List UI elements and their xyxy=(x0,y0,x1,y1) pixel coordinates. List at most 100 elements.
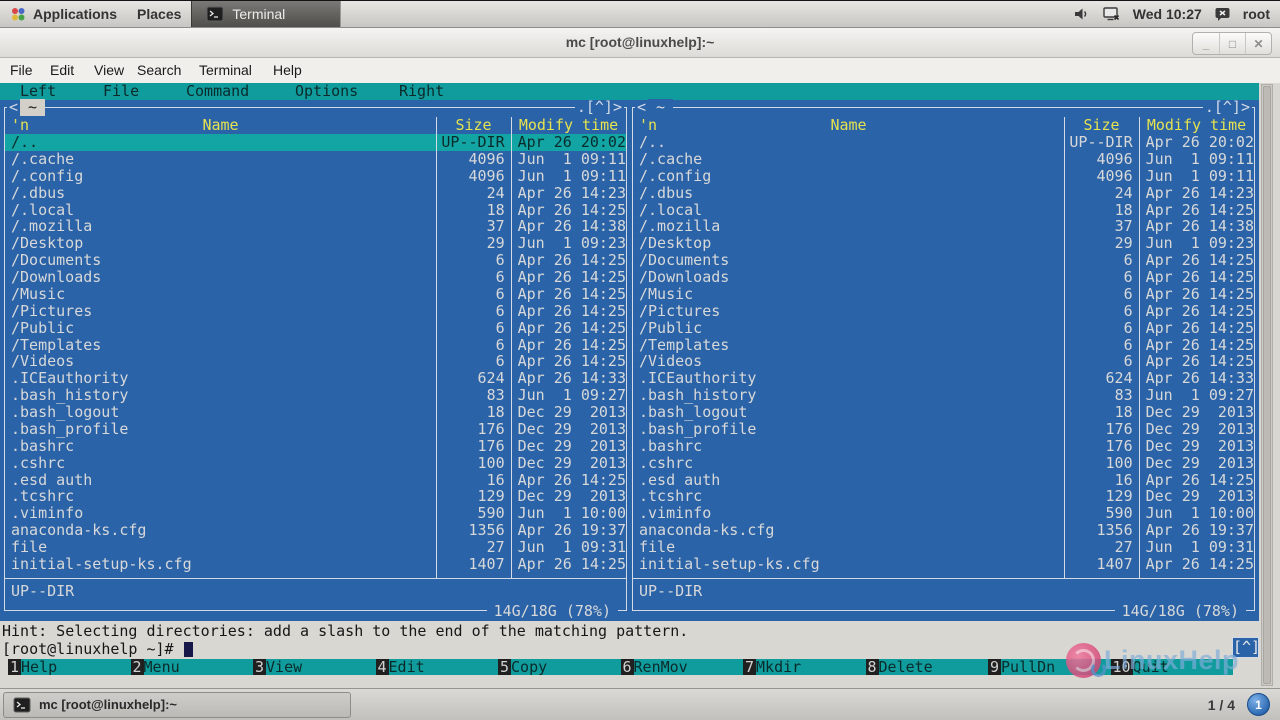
file-row[interactable]: /Desktop29Jun 1 09:23 xyxy=(633,235,1254,252)
file-row[interactable]: .esd_auth16Apr 26 14:25 xyxy=(633,472,1254,489)
file-row[interactable]: .bash_logout18Dec 29 2013 xyxy=(5,404,626,421)
file-row[interactable]: /.config4096Jun 1 09:11 xyxy=(633,168,1254,185)
file-row[interactable]: initial-setup-ks.cfg1407Apr 26 14:25 xyxy=(5,556,626,573)
column-header-size[interactable]: Size xyxy=(436,117,511,134)
terminal-menu-view[interactable]: View xyxy=(94,62,124,78)
terminal-menu-terminal[interactable]: Terminal xyxy=(199,62,252,78)
mc-menu-right[interactable]: Right xyxy=(399,83,444,100)
fkey-view-button[interactable]: 3View xyxy=(253,659,376,675)
network-display-icon[interactable] xyxy=(1102,6,1121,22)
mc-menu-command[interactable]: Command xyxy=(186,83,249,100)
file-row[interactable]: /.cache4096Jun 1 09:11 xyxy=(5,151,626,168)
file-row[interactable]: .viminfo590Jun 1 10:00 xyxy=(633,505,1254,522)
fkey-quit-button[interactable]: 10Quit xyxy=(1111,659,1234,675)
mc-menu-file[interactable]: File xyxy=(103,83,139,100)
column-header-modify-time[interactable]: Modify time xyxy=(1139,117,1254,134)
file-row[interactable]: /.local18Apr 26 14:25 xyxy=(633,202,1254,219)
file-row[interactable]: .tcshrc129Dec 29 2013 xyxy=(5,488,626,505)
terminal-menu-search[interactable]: Search xyxy=(137,62,181,78)
scrollbar-thumb[interactable] xyxy=(1263,86,1271,684)
file-row[interactable]: /.config4096Jun 1 09:11 xyxy=(5,168,626,185)
places-menu[interactable]: Places xyxy=(127,1,191,27)
file-row[interactable]: /.dbus24Apr 26 14:23 xyxy=(633,185,1254,202)
file-row[interactable]: /Pictures6Apr 26 14:25 xyxy=(5,303,626,320)
file-row[interactable]: /..UP--DIRApr 26 20:02 xyxy=(633,134,1254,151)
file-row[interactable]: .bashrc176Dec 29 2013 xyxy=(633,438,1254,455)
minimize-button[interactable]: _ xyxy=(1193,33,1219,54)
file-row[interactable]: /Downloads6Apr 26 14:25 xyxy=(5,269,626,286)
file-row[interactable]: .esd_auth16Apr 26 14:25 xyxy=(5,472,626,489)
file-row[interactable]: /Videos6Apr 26 14:25 xyxy=(633,353,1254,370)
file-row[interactable]: .bash_profile176Dec 29 2013 xyxy=(633,421,1254,438)
file-row[interactable]: .bashrc176Dec 29 2013 xyxy=(5,438,626,455)
window-titlebar[interactable]: mc [root@linuxhelp]:~ _ □ ✕ xyxy=(0,28,1280,58)
file-row[interactable]: /.mozilla37Apr 26 14:38 xyxy=(5,218,626,235)
file-row[interactable]: /Downloads6Apr 26 14:25 xyxy=(633,269,1254,286)
file-row[interactable]: /Templates6Apr 26 14:25 xyxy=(633,337,1254,354)
terminal-menu-help[interactable]: Help xyxy=(273,62,302,78)
file-row[interactable]: file27Jun 1 09:31 xyxy=(5,539,626,556)
panel-up-dir-indicator[interactable]: .[^]> xyxy=(1203,100,1252,115)
file-row[interactable]: .cshrc100Dec 29 2013 xyxy=(633,455,1254,472)
file-row[interactable]: .bash_profile176Dec 29 2013 xyxy=(5,421,626,438)
clock[interactable]: Wed 10:27 xyxy=(1133,6,1202,22)
file-row[interactable]: .bash_logout18Dec 29 2013 xyxy=(633,404,1254,421)
column-header-name[interactable]: Name xyxy=(5,117,436,134)
file-row[interactable]: /Videos6Apr 26 14:25 xyxy=(5,353,626,370)
fkey-help-button[interactable]: 1Help xyxy=(8,659,131,675)
column-header-modify-time[interactable]: Modify time xyxy=(511,117,626,134)
file-row[interactable]: .bash_history83Jun 1 09:27 xyxy=(633,387,1254,404)
file-row[interactable]: /Public6Apr 26 14:25 xyxy=(5,320,626,337)
fkey-pulldn-button[interactable]: 9PullDn xyxy=(988,659,1111,675)
file-row[interactable]: /Desktop29Jun 1 09:23 xyxy=(5,235,626,252)
fkey-menu-button[interactable]: 2Menu xyxy=(131,659,254,675)
file-row[interactable]: /Documents6Apr 26 14:25 xyxy=(5,252,626,269)
applications-menu[interactable]: Applications xyxy=(0,1,127,27)
panel-current-path[interactable]: ~ xyxy=(20,99,45,116)
file-row[interactable]: file27Jun 1 09:31 xyxy=(633,539,1254,556)
fkey-copy-button[interactable]: 5Copy xyxy=(498,659,621,675)
terminal-scrollbar[interactable] xyxy=(1261,84,1273,686)
taskbar-window-button[interactable]: mc [root@linuxhelp]:~ xyxy=(3,692,351,718)
file-row[interactable]: /Documents6Apr 26 14:25 xyxy=(633,252,1254,269)
file-row[interactable]: /.mozilla37Apr 26 14:38 xyxy=(633,218,1254,235)
maximize-button[interactable]: □ xyxy=(1219,33,1245,54)
workspace-switcher[interactable]: 1 xyxy=(1247,693,1270,716)
fkey-delete-button[interactable]: 8Delete xyxy=(866,659,989,675)
user-menu[interactable]: root xyxy=(1243,6,1270,22)
file-row[interactable]: /.dbus24Apr 26 14:23 xyxy=(5,185,626,202)
file-row[interactable]: .ICEauthority624Apr 26 14:33 xyxy=(5,370,626,387)
file-row[interactable]: /..UP--DIRApr 26 20:02 xyxy=(5,134,626,151)
fkey-mkdir-button[interactable]: 7Mkdir xyxy=(743,659,866,675)
file-row[interactable]: .viminfo590Jun 1 10:00 xyxy=(5,505,626,522)
file-row[interactable]: .bash_history83Jun 1 09:27 xyxy=(5,387,626,404)
file-row[interactable]: .cshrc100Dec 29 2013 xyxy=(5,455,626,472)
panel-up-dir-indicator[interactable]: .[^]> xyxy=(575,100,624,115)
file-row[interactable]: /Pictures6Apr 26 14:25 xyxy=(633,303,1254,320)
file-row[interactable]: /Music6Apr 26 14:25 xyxy=(5,286,626,303)
fkey-edit-button[interactable]: 4Edit xyxy=(376,659,499,675)
file-row[interactable]: /.cache4096Jun 1 09:11 xyxy=(633,151,1254,168)
mc-menu-options[interactable]: Options xyxy=(295,83,358,100)
terminal-menu-edit[interactable]: Edit xyxy=(50,62,74,78)
panel-current-path[interactable]: ~ xyxy=(648,99,673,116)
history-up-button[interactable]: [^] xyxy=(1232,637,1259,658)
fkey-renmov-button[interactable]: 6RenMov xyxy=(621,659,744,675)
shell-prompt-line[interactable]: [root@linuxhelp ~]# xyxy=(2,640,193,659)
file-row[interactable]: /Templates6Apr 26 14:25 xyxy=(5,337,626,354)
file-row[interactable]: .ICEauthority624Apr 26 14:33 xyxy=(633,370,1254,387)
terminal-menu-file[interactable]: File xyxy=(10,62,33,78)
close-button[interactable]: ✕ xyxy=(1245,33,1271,54)
chat-icon[interactable] xyxy=(1214,6,1231,22)
column-header-size[interactable]: Size xyxy=(1064,117,1139,134)
volume-icon[interactable] xyxy=(1073,6,1090,22)
file-row[interactable]: /Public6Apr 26 14:25 xyxy=(633,320,1254,337)
file-row[interactable]: initial-setup-ks.cfg1407Apr 26 14:25 xyxy=(633,556,1254,573)
file-row[interactable]: anaconda-ks.cfg1356Apr 26 19:37 xyxy=(633,522,1254,539)
window-list-terminal-button[interactable]: Terminal xyxy=(191,1,341,27)
file-row[interactable]: /.local18Apr 26 14:25 xyxy=(5,202,626,219)
mc-menu-left[interactable]: Left xyxy=(20,83,56,100)
file-row[interactable]: /Music6Apr 26 14:25 xyxy=(633,286,1254,303)
column-header-name[interactable]: Name xyxy=(633,117,1064,134)
file-row[interactable]: anaconda-ks.cfg1356Apr 26 19:37 xyxy=(5,522,626,539)
